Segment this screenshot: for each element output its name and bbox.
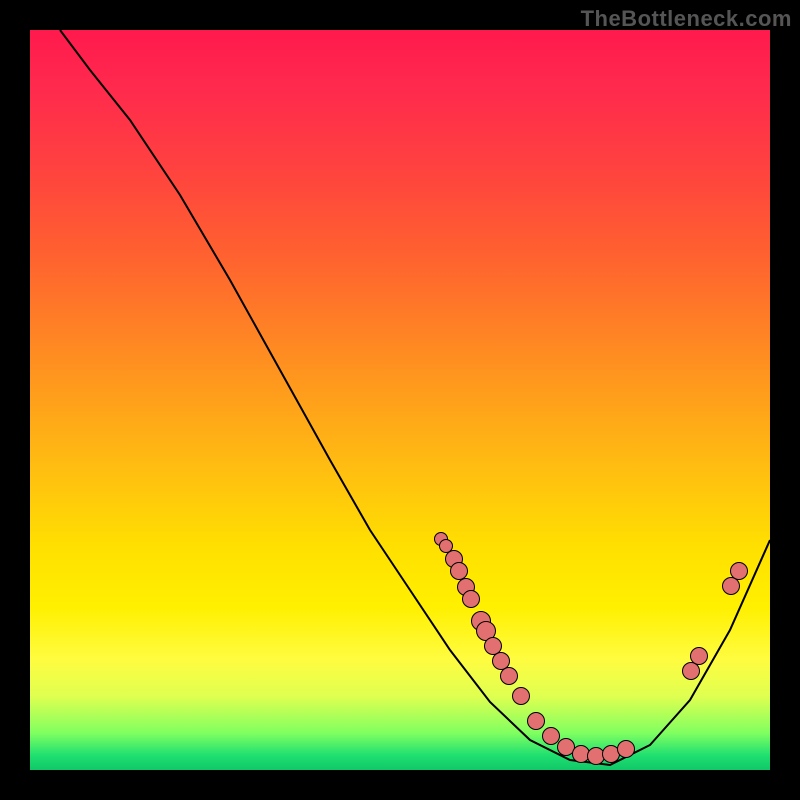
data-point [500, 667, 518, 685]
data-point [690, 647, 708, 665]
chart-frame: TheBottleneck.com [0, 0, 800, 800]
data-point [512, 687, 530, 705]
bottleneck-curve [30, 30, 770, 770]
data-point [527, 712, 545, 730]
data-point [730, 562, 748, 580]
plot-area [30, 30, 770, 770]
data-point [462, 590, 480, 608]
data-point [617, 740, 635, 758]
attribution-text: TheBottleneck.com [581, 6, 792, 32]
